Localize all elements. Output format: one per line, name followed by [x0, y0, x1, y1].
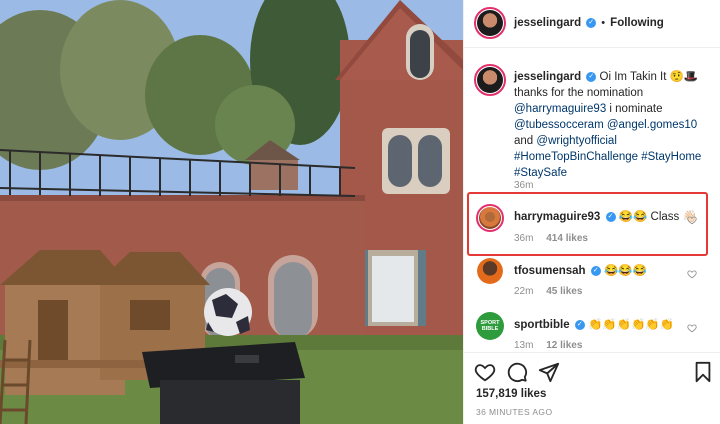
verified-badge-icon: ✓ [574, 319, 585, 330]
post-timestamp[interactable]: 36 MINUTES AGO [476, 407, 552, 417]
paper-plane-icon[interactable] [538, 361, 560, 383]
comment-time[interactable]: 36m [514, 233, 533, 244]
caption-time[interactable]: 36m [514, 180, 533, 191]
caption-author-avatar[interactable] [474, 64, 506, 96]
sportbible-logo: SPORT BIBLE [480, 320, 500, 332]
hashtag-link[interactable]: #StaySafe [514, 167, 567, 179]
likes-count[interactable]: 157,819 likes [476, 388, 546, 400]
comment-icon[interactable] [506, 361, 528, 383]
bookmark-icon[interactable] [692, 361, 714, 383]
author-avatar[interactable] [474, 7, 506, 39]
comment-item: SPORT BIBLE sportbible ✓ 👏👏👏👏👏👏 13m 12 l… [464, 312, 720, 352]
verified-badge-icon: ✓ [586, 18, 597, 29]
hashtag-link[interactable]: #HomeTopBinChallenge [514, 151, 638, 163]
verified-badge-icon: ✓ [586, 71, 597, 82]
caption-text-line1: Oi Im Takin It 🤨🎩 [599, 71, 699, 83]
post-caption: jesselingard ✓ Oi Im Takin It 🤨🎩 thanks … [514, 69, 714, 181]
comment-item: harrymaguire93 ✓ 😂😂 Class 👋🏻 36m 414 lik… [464, 204, 720, 248]
mention-link[interactable]: @tubessocceram [514, 119, 604, 131]
hashtag-link[interactable]: #StayHome [641, 151, 701, 163]
post-details-panel: jesselingard ✓ • Following jesselingard … [463, 0, 720, 424]
mention-link[interactable]: @angel.gomes10 [607, 119, 697, 131]
post-media-image [0, 0, 463, 424]
comment-avatar[interactable] [476, 204, 504, 232]
mention-link[interactable]: @harrymaguire93 [514, 103, 606, 115]
caption-username[interactable]: jesselingard [514, 71, 581, 83]
comment-avatar[interactable] [477, 258, 503, 284]
comment-heart-icon[interactable] [687, 215, 697, 225]
post-media[interactable] [0, 0, 463, 424]
comment-text: 😂😂 Class 👋🏻 [618, 211, 697, 223]
caption-text-nominate: i nominate [606, 103, 663, 115]
separator-dot: • [601, 17, 606, 29]
post-actions-bar: 157,819 likes 36 MINUTES AGO [464, 352, 720, 424]
comment-text: 😂😂😂 [603, 265, 647, 277]
comment-username[interactable]: sportbible [514, 319, 570, 331]
comment-heart-icon[interactable] [687, 323, 697, 333]
mention-link[interactable]: @wrightyofficial [536, 135, 617, 147]
comment-username[interactable]: harrymaguire93 [514, 211, 600, 223]
following-button[interactable]: Following [610, 17, 664, 29]
comment-text: 👏👏👏👏👏👏 [588, 319, 674, 331]
post-header: jesselingard ✓ • Following [464, 0, 720, 48]
comment-time[interactable]: 13m [514, 340, 533, 351]
comment-likes[interactable]: 12 likes [546, 340, 582, 351]
heart-icon[interactable] [474, 361, 496, 383]
comment-avatar[interactable]: SPORT BIBLE [476, 312, 504, 340]
comment-time[interactable]: 22m [514, 286, 533, 297]
author-username[interactable]: jesselingard [514, 17, 581, 29]
verified-badge-icon: ✓ [590, 265, 601, 276]
comment-item: tfosumensah ✓ 😂😂😂 22m 45 likes [464, 258, 720, 302]
caption-text-line2: thanks for the nomination [514, 87, 644, 99]
comment-username[interactable]: tfosumensah [514, 265, 586, 277]
comment-likes[interactable]: 45 likes [546, 286, 582, 297]
comment-likes[interactable]: 414 likes [546, 233, 588, 244]
caption-text-and: and [514, 135, 537, 147]
verified-badge-icon: ✓ [605, 211, 616, 222]
comment-heart-icon[interactable] [687, 269, 697, 279]
